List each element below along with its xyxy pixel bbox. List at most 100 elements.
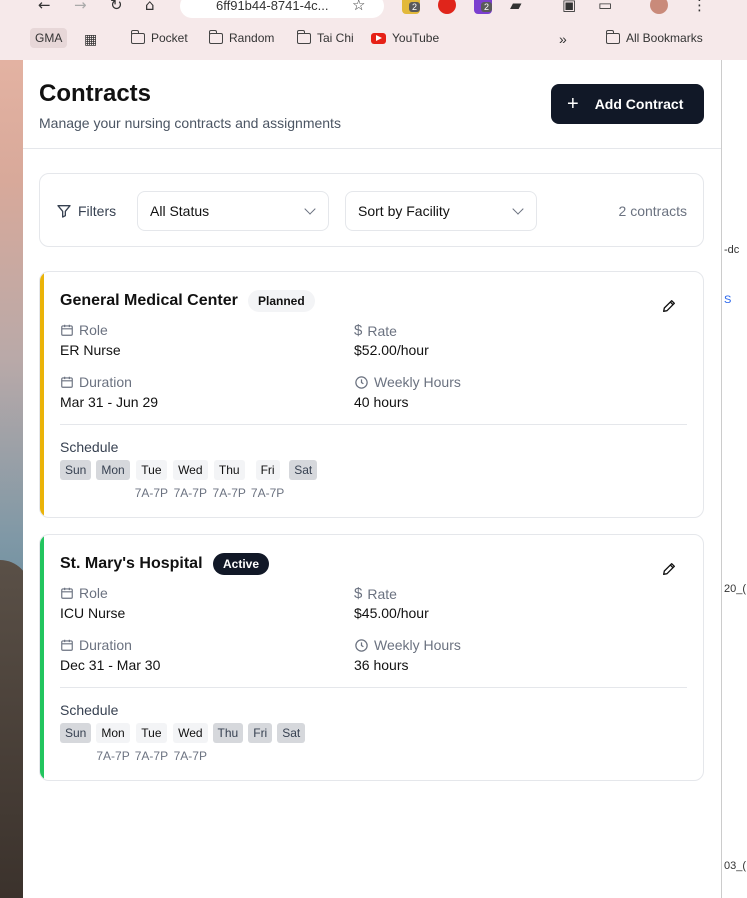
schedule-day: Thu 7A-7P bbox=[213, 460, 246, 500]
bookmark-gma[interactable]: GMA bbox=[30, 28, 68, 48]
role-value: ER Nurse bbox=[60, 342, 121, 358]
more-bookmarks-icon[interactable]: » bbox=[559, 31, 567, 47]
schedule-day: Wed 7A-7P bbox=[173, 723, 208, 763]
reload-icon[interactable]: ↻ bbox=[110, 0, 123, 14]
address-bar-url: 6ff91b44-8741-4c... bbox=[216, 0, 329, 13]
bookmark-pocket[interactable]: Pocket bbox=[130, 29, 188, 45]
lens-icon[interactable]: ▣ bbox=[562, 0, 576, 14]
edit-button[interactable] bbox=[661, 561, 677, 577]
folder-icon bbox=[296, 29, 311, 44]
schedule-day: Mon bbox=[96, 460, 130, 500]
star-icon[interactable]: ☆ bbox=[352, 0, 365, 14]
extensions-puzzle-icon[interactable]: ▰ bbox=[510, 0, 522, 14]
background-window-text: 03_( bbox=[724, 860, 747, 872]
weekly-hours-value: 36 hours bbox=[354, 657, 409, 673]
contract-card: General Medical Center Planned Role ER N… bbox=[39, 271, 704, 518]
bookmarks-bar: GMA ▦ Pocket Random Tai Chi YouTube » Al… bbox=[0, 26, 747, 52]
status-badge: Active bbox=[213, 553, 270, 575]
calendar-icon bbox=[61, 324, 73, 336]
bookmark-all-bookmarks[interactable]: All Bookmarks bbox=[605, 29, 703, 45]
day-chip: Mon bbox=[96, 723, 130, 743]
background-window-text: -dc bbox=[724, 244, 740, 256]
schedule-label: Schedule bbox=[60, 439, 119, 455]
chevron-down-icon bbox=[304, 203, 316, 215]
profile-avatar[interactable] bbox=[650, 0, 668, 14]
duration-value: Mar 31 - Jun 29 bbox=[60, 394, 159, 410]
schedule-day: Mon 7A-7P bbox=[96, 723, 130, 763]
rate-value: $45.00/hour bbox=[354, 605, 429, 621]
calendar-icon bbox=[61, 587, 73, 599]
status-select-value: All Status bbox=[150, 203, 210, 219]
apps-grid-icon[interactable]: ▦ bbox=[84, 31, 97, 48]
plus-icon: + bbox=[567, 93, 579, 115]
cast-icon[interactable]: ▭ bbox=[598, 0, 612, 14]
schedule-day: Sat bbox=[277, 723, 306, 763]
day-chip: Fri bbox=[255, 460, 280, 480]
rate-value: $52.00/hour bbox=[354, 342, 429, 358]
rate-label: $ Rate bbox=[354, 585, 397, 602]
schedule-label: Schedule bbox=[60, 702, 119, 718]
day-chip: Sat bbox=[277, 723, 306, 743]
folder-icon bbox=[130, 29, 145, 44]
clock-icon bbox=[355, 638, 368, 652]
role-label: Role bbox=[60, 322, 108, 338]
pencil-icon bbox=[663, 563, 675, 575]
sort-select[interactable]: Sort by Facility bbox=[345, 191, 537, 231]
schedule-day: Sun bbox=[60, 460, 92, 500]
schedule-day: Tue 7A-7P bbox=[135, 460, 168, 500]
calendar-icon bbox=[61, 639, 73, 651]
card-divider bbox=[60, 424, 687, 425]
add-contract-button[interactable]: + Add Contract bbox=[551, 84, 704, 124]
extension-badge: 2 bbox=[409, 2, 421, 12]
schedule-day: Sat bbox=[289, 460, 318, 500]
day-chip: Wed bbox=[173, 723, 208, 743]
day-chip: Sun bbox=[60, 460, 92, 480]
clock-icon bbox=[355, 375, 368, 389]
forward-icon[interactable]: → bbox=[74, 0, 87, 14]
bookmark-youtube[interactable]: YouTube bbox=[371, 31, 439, 45]
schedule-day: Fri bbox=[248, 723, 273, 763]
address-bar[interactable]: 6ff91b44-8741-4c... ☆ bbox=[180, 0, 384, 18]
opera-extension-icon[interactable] bbox=[438, 0, 456, 14]
day-chip: Sat bbox=[289, 460, 318, 480]
status-select[interactable]: All Status bbox=[137, 191, 329, 231]
extension-badge: 2 bbox=[481, 2, 493, 12]
menu-icon[interactable]: ⋮ bbox=[692, 0, 707, 14]
day-shift-time: 7A-7P bbox=[250, 486, 285, 500]
role-label: Role bbox=[60, 585, 108, 601]
youtube-icon bbox=[371, 32, 386, 44]
duration-label: Duration bbox=[60, 637, 132, 653]
contract-count: 2 contracts bbox=[618, 203, 687, 219]
day-chip: Fri bbox=[248, 723, 273, 743]
day-shift-time: 7A-7P bbox=[134, 749, 169, 763]
browser-toolbar: ← → ↻ ⌂ 6ff91b44-8741-4c... ☆ 2 2 ▰ ▣ ▭ … bbox=[0, 0, 747, 20]
facility-name: General Medical Center bbox=[60, 292, 238, 309]
bookmark-tai-chi[interactable]: Tai Chi bbox=[296, 29, 354, 45]
back-icon[interactable]: ← bbox=[38, 0, 51, 14]
day-chip: Tue bbox=[136, 460, 167, 480]
background-window-text: 20_( bbox=[724, 583, 747, 595]
sort-select-value: Sort by Facility bbox=[358, 203, 450, 219]
filter-icon bbox=[57, 205, 71, 218]
background-window: -dc S 20_( 03_( bbox=[721, 0, 747, 898]
status-badge: Planned bbox=[248, 290, 315, 312]
bookmark-random[interactable]: Random bbox=[208, 29, 274, 45]
folder-icon bbox=[208, 29, 223, 44]
calendar-icon bbox=[61, 376, 73, 388]
schedule-day: Wed 7A-7P bbox=[173, 460, 208, 500]
day-chip: Tue bbox=[136, 723, 167, 743]
add-contract-label: Add Contract bbox=[594, 96, 684, 112]
schedule-day: Thu bbox=[212, 723, 244, 763]
folder-icon bbox=[605, 29, 620, 44]
day-shift-time: 7A-7P bbox=[134, 486, 169, 500]
edit-button[interactable] bbox=[661, 298, 677, 314]
rate-label: $ Rate bbox=[354, 322, 397, 339]
duration-label: Duration bbox=[60, 374, 132, 390]
weekly-hours-label: Weekly Hours bbox=[354, 637, 461, 653]
filter-bar: Filters All Status Sort by Facility 2 co… bbox=[39, 173, 704, 247]
home-icon[interactable]: ⌂ bbox=[145, 0, 155, 14]
background-window-text: S bbox=[724, 294, 732, 306]
role-value: ICU Nurse bbox=[60, 605, 126, 621]
day-chip: Thu bbox=[212, 723, 244, 743]
schedule-day: Tue 7A-7P bbox=[135, 723, 168, 763]
